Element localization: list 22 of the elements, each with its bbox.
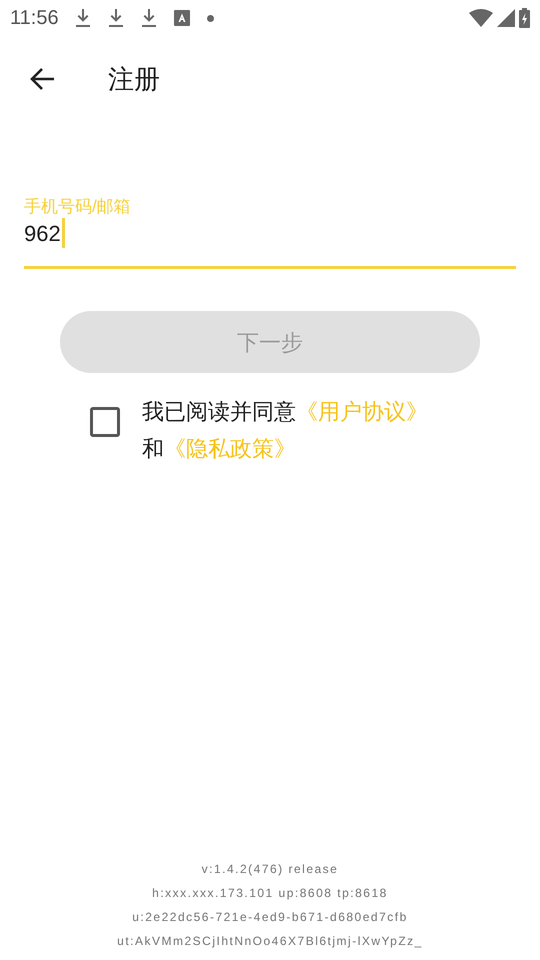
phone-email-field[interactable]: 手机号码/邮箱 962	[24, 196, 516, 269]
status-time: 11:56	[10, 6, 59, 31]
field-value: 962	[24, 220, 61, 248]
agreement-text: 我已阅读并同意《用户协议》 和《隐私政策》	[142, 398, 429, 463]
agree-checkbox[interactable]	[90, 407, 120, 437]
user-agreement-link[interactable]: 《用户协议》	[296, 399, 428, 424]
wifi-icon	[469, 9, 493, 27]
text-cursor	[62, 218, 65, 248]
debug-info-text: v:1.4.2(476) release	[202, 861, 338, 878]
field-label: 手机号码/邮箱	[24, 196, 132, 218]
download-icon	[140, 8, 157, 28]
download-icon	[108, 8, 124, 28]
page-title: 注册	[108, 62, 160, 96]
debug-info-text: ut:AkVMm2SCjIhtNnOo46X7Bl6tjmj-lXwYpZz_	[117, 933, 423, 950]
privacy-policy-link[interactable]: 《隐私政策》	[164, 436, 296, 461]
debug-info-text: h:xxx.xxx.173.101 up:8608 tp:8618	[152, 885, 388, 902]
battery-icon	[519, 8, 530, 28]
back-arrow-icon	[29, 67, 55, 91]
download-icon	[74, 8, 91, 28]
signal-icon	[497, 9, 515, 27]
debug-info-text: u:2e22dc56-721e-4ed9-b671-d680ed7cfb	[132, 909, 408, 926]
font-icon	[174, 10, 190, 26]
